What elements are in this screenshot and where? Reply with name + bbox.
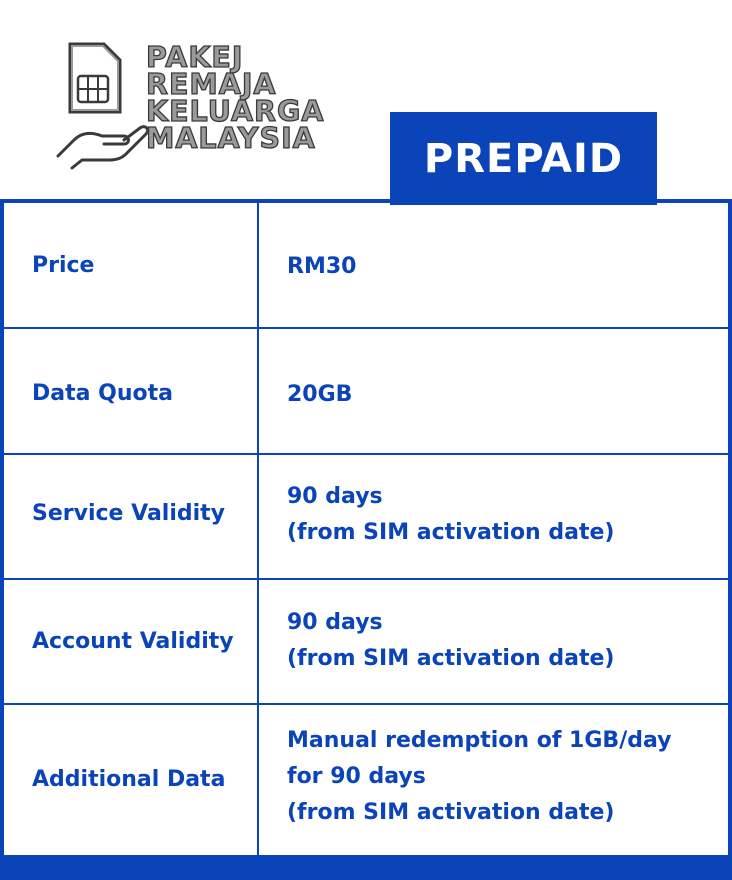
row-label-price: Price [32, 253, 95, 278]
row-value-line: (from SIM activation date) [287, 800, 615, 825]
row-value-price: RM30 [287, 249, 356, 285]
row-value-line: RM30 [287, 254, 357, 279]
plan-details-table: Price RM30 Data Quota 20GB Service Valid… [0, 199, 732, 859]
column-divider [257, 203, 259, 859]
row-divider [4, 703, 728, 705]
row-value-line: (from SIM activation date) [287, 520, 615, 545]
brand-wordmark: PAKEJ REMAJA KELUARGA MALAYSIA [145, 41, 325, 155]
brand-line-3: KELUARGA [145, 95, 325, 128]
row-divider [4, 453, 728, 455]
row-value-line: 90 days [287, 484, 383, 509]
row-value-line: 20GB [287, 382, 353, 407]
brand-line-4: MALAYSIA [145, 122, 316, 155]
row-divider [4, 327, 728, 329]
row-label-data-quota: Data Quota [32, 381, 173, 406]
row-value-line: for 90 days [287, 764, 426, 789]
brand-line-2: REMAJA [145, 68, 277, 101]
row-value-line: (from SIM activation date) [287, 646, 615, 671]
row-label-service-validity: Service Validity [32, 501, 226, 526]
row-divider [4, 578, 728, 580]
prepaid-tab: PREPAID [390, 112, 657, 205]
row-value-account-validity: 90 days (from SIM activation date) [287, 605, 614, 677]
row-value-line: 90 days [287, 610, 383, 635]
sim-card-hand-icon [56, 42, 150, 170]
row-label-additional-data: Additional Data [32, 767, 226, 792]
brand-line-1: PAKEJ [145, 41, 244, 74]
footer-bar [0, 855, 732, 880]
row-value-additional-data: Manual redemption of 1GB/day for 90 days… [287, 723, 671, 831]
row-value-data-quota: 20GB [287, 377, 352, 413]
row-value-service-validity: 90 days (from SIM activation date) [287, 479, 614, 551]
row-value-line: Manual redemption of 1GB/day [287, 728, 672, 753]
row-label-account-validity: Account Validity [32, 629, 234, 654]
brand-logo: PAKEJ REMAJA KELUARGA MALAYSIA [52, 40, 342, 170]
